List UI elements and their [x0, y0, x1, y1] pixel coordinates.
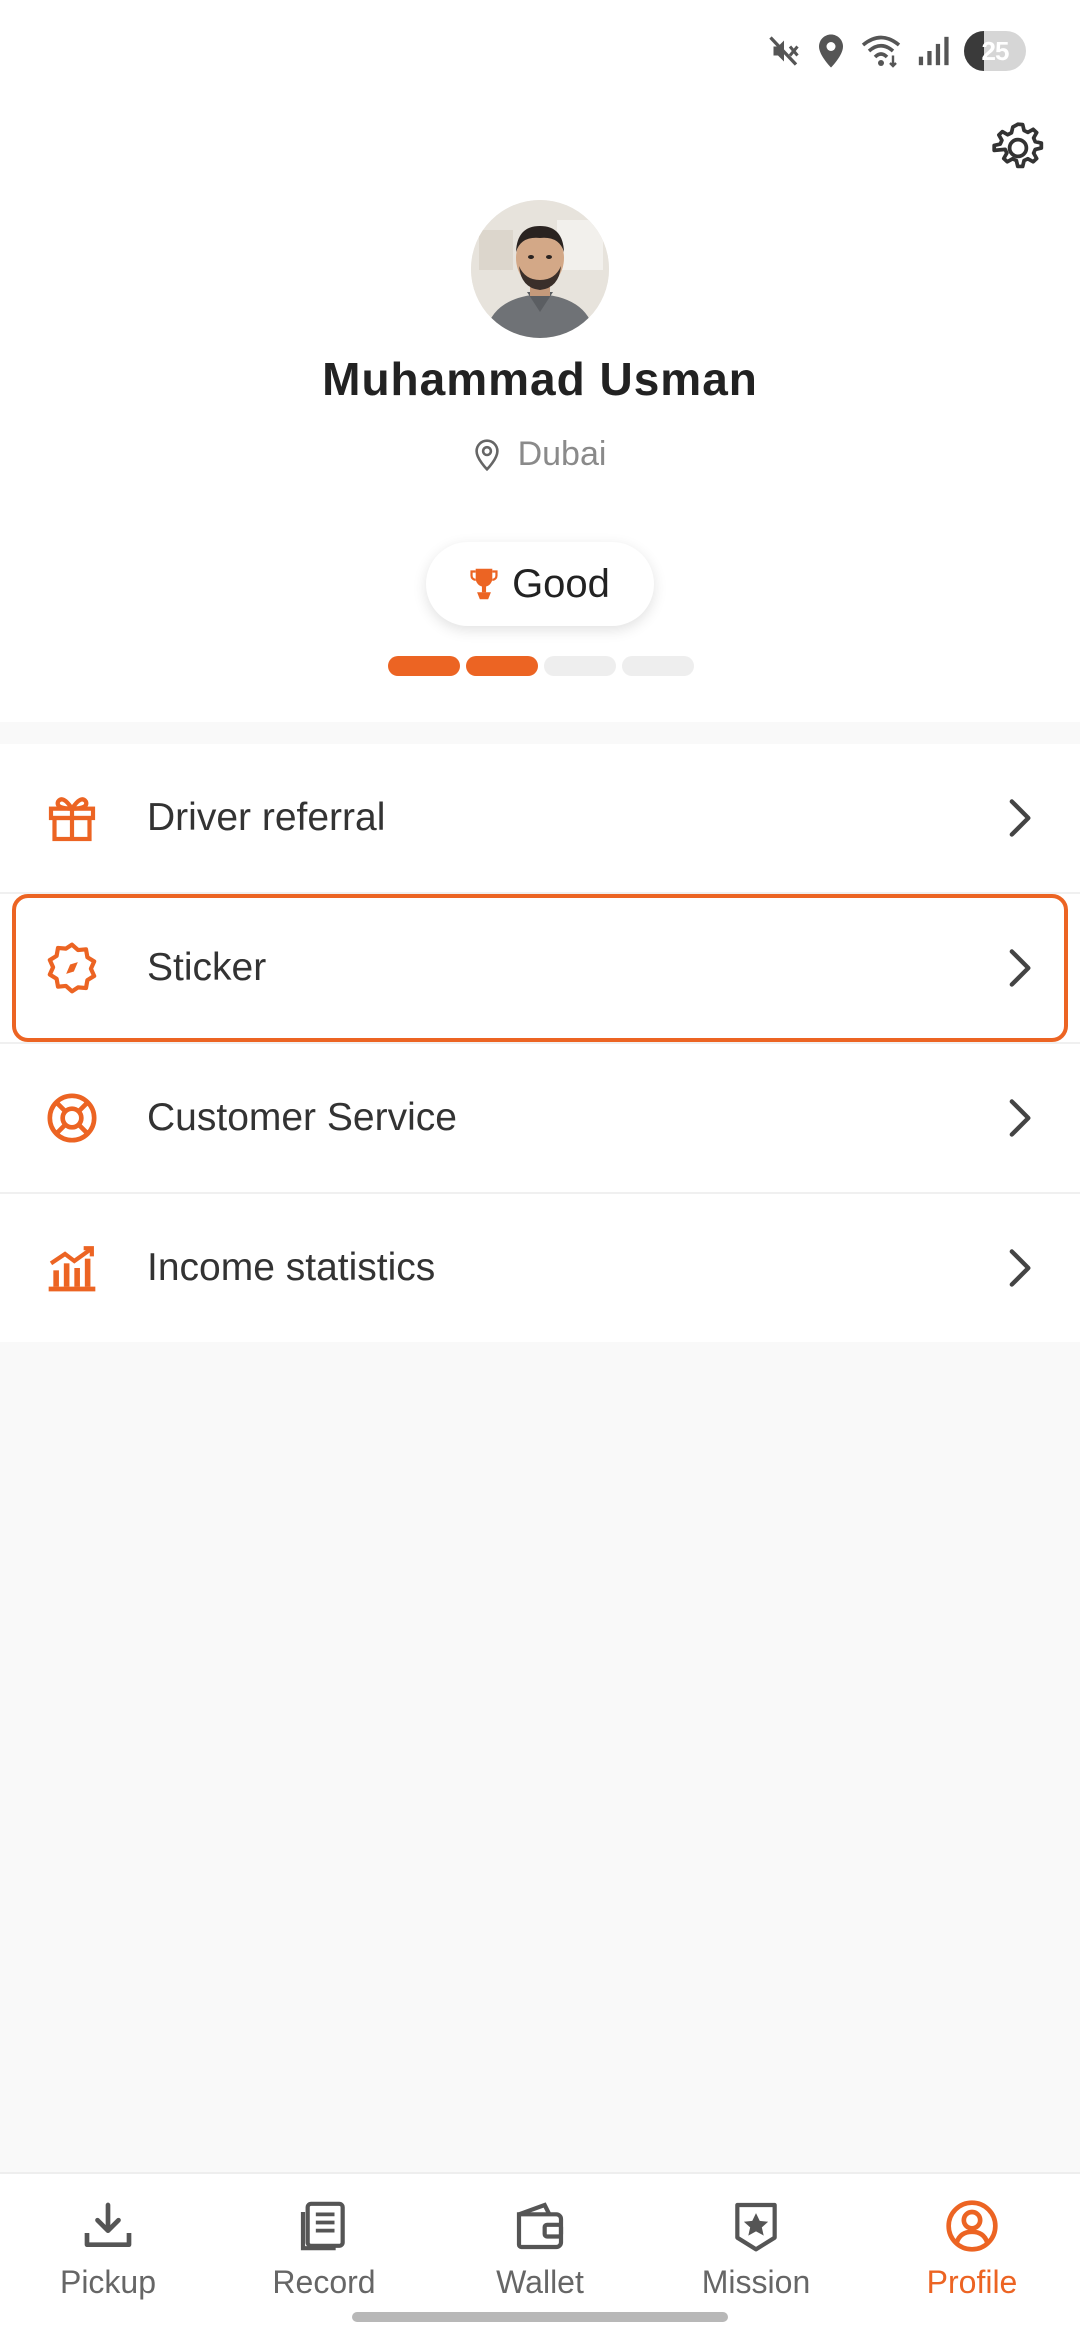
- battery-icon: 25: [964, 31, 1026, 71]
- nav-label: Wallet: [496, 2264, 584, 2300]
- profile-header: Muhammad Usman Dubai Good: [0, 100, 1080, 722]
- menu-item-customer-service[interactable]: Customer Service: [0, 1044, 1080, 1194]
- level-segment: [388, 656, 460, 676]
- mute-icon: [769, 36, 799, 66]
- signal-icon: [918, 36, 949, 66]
- gear-icon[interactable]: [990, 120, 1046, 176]
- gift-icon: [48, 797, 96, 842]
- menu-item-label: Customer Service: [147, 1096, 457, 1139]
- level-segment: [544, 656, 616, 676]
- location-icon: [819, 34, 843, 68]
- battery-level: 25: [981, 35, 1010, 66]
- nav-label: Pickup: [59, 2264, 157, 2300]
- chevron-right-icon: [1009, 1099, 1031, 1137]
- lifebuoy-icon: [47, 1093, 97, 1143]
- menu-item-label: Income statistics: [147, 1246, 436, 1289]
- wifi-icon: [861, 35, 901, 68]
- download-icon: [84, 2202, 132, 2247]
- document-icon: [300, 2201, 345, 2251]
- profile-menu: Driver referral Sticker Customer Service: [0, 744, 1080, 1342]
- bar-chart-icon: [48, 1246, 96, 1292]
- trophy-icon: [470, 568, 498, 600]
- level-progress-bar: [388, 656, 694, 676]
- status-icons: 25: [766, 28, 1026, 74]
- level-segment: [466, 656, 538, 676]
- menu-item-sticker[interactable]: Sticker: [0, 894, 1080, 1044]
- star-shield-icon: [735, 2202, 777, 2252]
- menu-item-label: Sticker: [147, 946, 267, 989]
- menu-item-label: Driver referral: [147, 796, 386, 839]
- avatar[interactable]: [471, 200, 609, 338]
- user-circle-icon: [946, 2200, 998, 2252]
- nav-label: Record: [272, 2264, 376, 2300]
- menu-item-driver-referral[interactable]: Driver referral: [0, 744, 1080, 894]
- wallet-icon: [516, 2202, 564, 2250]
- location-row: Dubai: [0, 435, 1080, 474]
- driver-name: Muhammad Usman: [322, 353, 758, 405]
- badge-icon: [47, 942, 97, 994]
- menu-item-income-statistics[interactable]: Income statistics: [0, 1194, 1080, 1342]
- chevron-right-icon: [1009, 1249, 1031, 1287]
- status-bar: 25: [0, 0, 1080, 100]
- nav-pickup[interactable]: Pickup: [0, 2174, 216, 2340]
- home-indicator[interactable]: [352, 2312, 728, 2322]
- chevron-right-icon: [1009, 949, 1031, 987]
- nav-label: Profile: [926, 2264, 1018, 2300]
- location-label: Dubai: [517, 435, 607, 473]
- rating-label: Good: [512, 561, 610, 606]
- nav-profile[interactable]: Profile: [864, 2174, 1080, 2340]
- level-segment: [622, 656, 694, 676]
- location-pin-icon: [474, 438, 499, 471]
- rating-badge[interactable]: Good: [426, 542, 654, 626]
- chevron-right-icon: [1009, 799, 1031, 837]
- nav-label: Mission: [701, 2264, 811, 2300]
